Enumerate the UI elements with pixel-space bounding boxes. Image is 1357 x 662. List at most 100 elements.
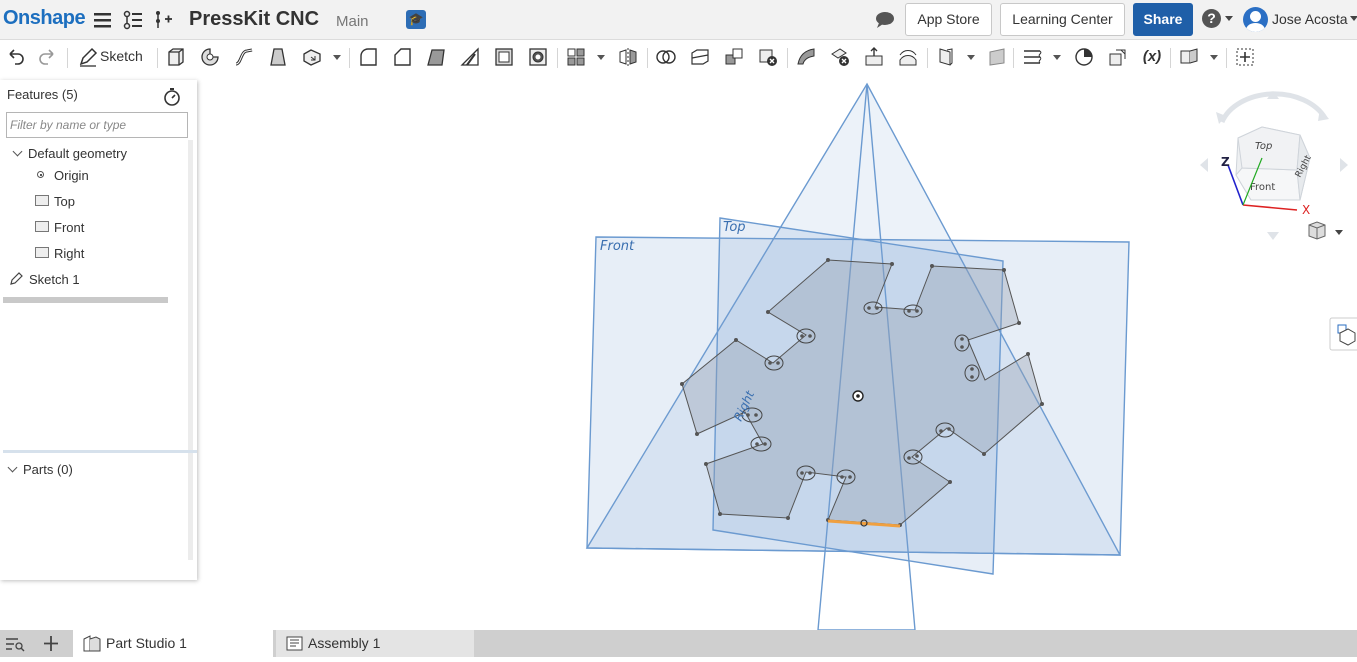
help-chevron-down-icon[interactable] bbox=[1225, 16, 1233, 21]
add-tab-icon[interactable] bbox=[36, 630, 66, 657]
measure-icon[interactable] bbox=[1073, 46, 1095, 68]
transform-icon[interactable] bbox=[723, 46, 745, 68]
sketch-1-item[interactable]: Sketch 1 bbox=[29, 272, 80, 287]
derived-icon[interactable] bbox=[1107, 46, 1129, 68]
vertical-scrollbar[interactable] bbox=[188, 140, 193, 560]
user-name[interactable]: Jose Acosta bbox=[1272, 11, 1348, 27]
chevron-down-icon[interactable] bbox=[333, 55, 341, 60]
origin-marker[interactable] bbox=[852, 390, 864, 402]
app-store-button[interactable]: App Store bbox=[905, 3, 992, 36]
delete-face-icon[interactable] bbox=[829, 46, 851, 68]
graphics-viewport[interactable]: Front Top Right Top Front Right X Z bbox=[197, 74, 1357, 630]
z-axis-label: Z bbox=[1221, 155, 1230, 169]
configurations-panel-icon[interactable] bbox=[1329, 317, 1357, 351]
right-plane-item[interactable]: Right bbox=[54, 246, 84, 261]
helix-icon[interactable] bbox=[1021, 46, 1043, 68]
tab-label: Assembly 1 bbox=[308, 635, 381, 651]
add-custom-feature-icon[interactable] bbox=[1234, 46, 1256, 68]
view-cube[interactable]: Top Front Right X Z bbox=[1200, 91, 1348, 240]
chevron-down-icon[interactable] bbox=[12, 146, 23, 157]
toolbar-divider bbox=[67, 48, 68, 68]
linear-pattern-icon[interactable] bbox=[565, 46, 587, 68]
front-plane-item[interactable]: Front bbox=[54, 220, 84, 235]
front-plane-label: Front bbox=[600, 239, 635, 254]
replace-face-icon[interactable] bbox=[897, 46, 919, 68]
toolbar-divider bbox=[927, 48, 928, 68]
mate-connector-icon[interactable] bbox=[987, 46, 1009, 68]
variable-icon[interactable]: (x) bbox=[1141, 46, 1163, 68]
draft-icon[interactable] bbox=[425, 46, 447, 68]
share-button[interactable]: Share bbox=[1133, 3, 1193, 36]
learning-center-button[interactable]: Learning Center bbox=[1000, 3, 1125, 36]
toolbar-divider bbox=[557, 48, 558, 68]
sweep-icon[interactable] bbox=[233, 46, 255, 68]
document-title[interactable]: PressKit CNC bbox=[189, 8, 319, 31]
menu-icon[interactable] bbox=[92, 9, 114, 31]
view-cube-top-label: Top bbox=[1255, 141, 1272, 152]
boolean-icon[interactable] bbox=[655, 46, 677, 68]
plane-icon bbox=[35, 195, 49, 206]
view-options-icon[interactable] bbox=[1308, 221, 1343, 240]
tab-label: Part Studio 1 bbox=[106, 635, 187, 651]
top-bar: Onshape PressKit CNC Main 🎓 App Store Le… bbox=[0, 0, 1357, 40]
chamfer-icon[interactable] bbox=[391, 46, 413, 68]
default-geometry-item[interactable]: Default geometry bbox=[28, 146, 127, 161]
avatar[interactable] bbox=[1243, 7, 1268, 32]
plane-icon bbox=[35, 247, 49, 258]
onshape-logo[interactable]: Onshape bbox=[3, 7, 86, 30]
sketch-pencil-icon[interactable] bbox=[77, 46, 99, 68]
split-icon[interactable] bbox=[689, 46, 711, 68]
tab-manager-icon[interactable] bbox=[0, 630, 30, 657]
tab-bar: Part Studio 1 Assembly 1 bbox=[0, 630, 1357, 657]
workspace-versions-icon[interactable] bbox=[122, 9, 144, 31]
branch-name[interactable]: Main bbox=[336, 13, 369, 30]
fillet-icon[interactable] bbox=[357, 46, 379, 68]
comments-icon[interactable] bbox=[874, 10, 896, 30]
tab-assembly-1[interactable]: Assembly 1 bbox=[276, 630, 474, 657]
chevron-down-icon[interactable] bbox=[7, 462, 18, 473]
create-version-icon[interactable] bbox=[153, 9, 175, 31]
top-plane-item[interactable]: Top bbox=[54, 194, 75, 209]
hole-icon[interactable] bbox=[527, 46, 549, 68]
panel-divider[interactable] bbox=[3, 450, 197, 453]
redo-icon[interactable] bbox=[37, 46, 59, 68]
plane-icon bbox=[35, 221, 49, 232]
features-title: Features (5) bbox=[7, 87, 78, 102]
chevron-down-icon[interactable] bbox=[1053, 55, 1061, 60]
learning-path-icon[interactable]: 🎓 bbox=[406, 10, 426, 29]
sketch-button[interactable]: Sketch bbox=[100, 48, 143, 64]
toolbar-divider bbox=[157, 48, 158, 68]
toolbar-divider bbox=[1170, 48, 1171, 68]
chevron-down-icon[interactable] bbox=[597, 55, 605, 60]
shell-icon[interactable] bbox=[493, 46, 515, 68]
sheet-metal-icon[interactable] bbox=[1178, 46, 1200, 68]
sketch-pencil-icon bbox=[9, 272, 23, 286]
toolbar-divider bbox=[1013, 48, 1014, 68]
help-icon[interactable]: ? bbox=[1202, 9, 1221, 28]
feature-filter-input[interactable]: Filter by name or type bbox=[6, 112, 188, 138]
rollback-timer-icon[interactable] bbox=[163, 87, 181, 106]
plane-icon[interactable] bbox=[935, 46, 957, 68]
modify-fillet-icon[interactable] bbox=[795, 46, 817, 68]
mirror-icon[interactable] bbox=[617, 46, 639, 68]
toolbar-divider bbox=[1226, 48, 1227, 68]
revolve-icon[interactable] bbox=[199, 46, 221, 68]
chevron-down-icon[interactable] bbox=[1210, 55, 1218, 60]
extrude-icon[interactable] bbox=[165, 46, 187, 68]
delete-part-icon[interactable] bbox=[757, 46, 779, 68]
feature-list-panel: Features (5) Filter by name or type Defa… bbox=[0, 80, 197, 580]
chevron-down-icon[interactable] bbox=[967, 55, 975, 60]
loft-icon[interactable] bbox=[267, 46, 289, 68]
thicken-icon[interactable] bbox=[301, 46, 323, 68]
origin-item[interactable]: Origin bbox=[54, 168, 89, 183]
top-plane-label: Top bbox=[723, 220, 746, 235]
undo-icon[interactable] bbox=[4, 46, 26, 68]
rib-icon[interactable] bbox=[459, 46, 481, 68]
move-face-icon[interactable] bbox=[863, 46, 885, 68]
parts-list-header[interactable]: Parts (0) bbox=[23, 462, 73, 477]
tab-part-studio-1[interactable]: Part Studio 1 bbox=[73, 630, 273, 657]
user-chevron-down-icon[interactable] bbox=[1350, 16, 1357, 21]
toolbar-divider bbox=[349, 48, 350, 68]
horizontal-scrollbar[interactable] bbox=[3, 297, 168, 303]
view-cube-front-label: Front bbox=[1250, 182, 1275, 193]
